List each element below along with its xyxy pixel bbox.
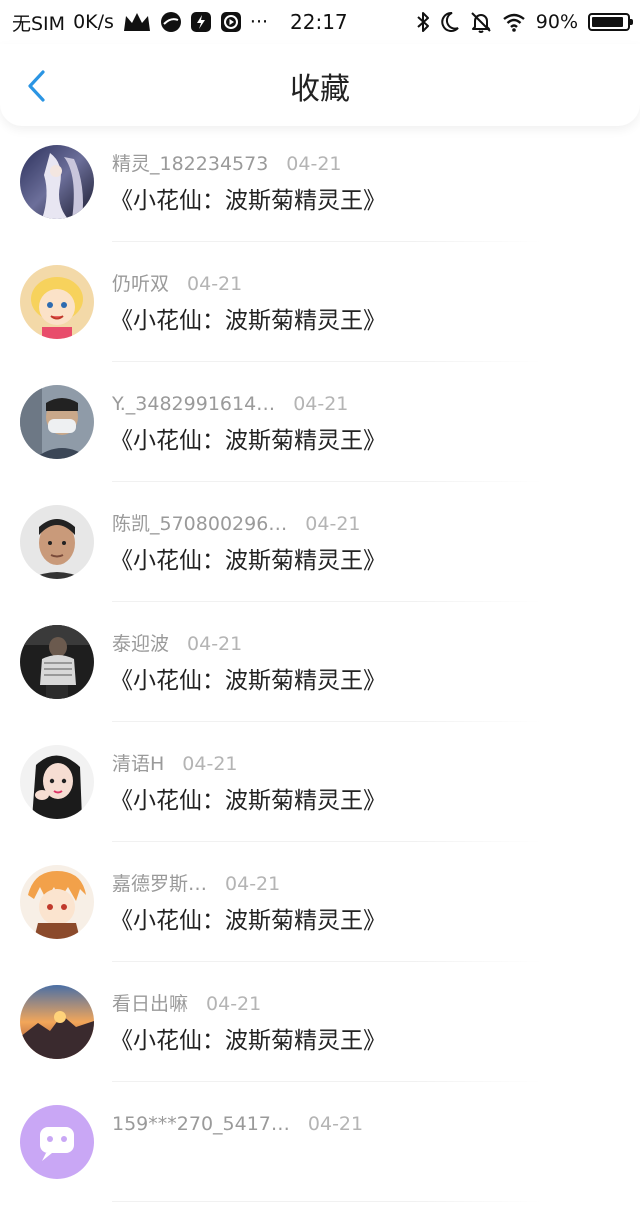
wifi-icon — [502, 12, 526, 32]
avatar-image — [20, 1105, 94, 1179]
bolt-app-icon — [190, 11, 212, 33]
bell-off-icon — [470, 11, 492, 33]
item-meta: 看日出嘛 04-21 — [112, 990, 261, 1018]
item-meta: 清语H 04-21 — [112, 750, 238, 778]
avatar-image — [20, 625, 94, 699]
user-name: 仍听双 — [112, 273, 170, 295]
nav-header: 收藏 — [0, 44, 640, 126]
post-date: 04-21 — [307, 1113, 364, 1135]
post-date: 04-21 — [187, 273, 243, 295]
work-title[interactable]: 《小花仙：波斯菊精灵王》 — [110, 664, 386, 698]
status-right: 90% — [416, 8, 633, 36]
avatar-image — [20, 985, 94, 1059]
post-date: 04-21 — [286, 153, 342, 175]
divider — [112, 841, 542, 842]
item-meta: 嘉德罗斯… 04-21 — [112, 870, 280, 898]
play-app-icon — [220, 11, 242, 33]
status-bar: 无SIM 0K/s ··· 22:17 90% — [0, 0, 640, 44]
avatar-image — [20, 265, 94, 339]
user-name: 精灵_182234573 — [112, 153, 269, 175]
favorite-item[interactable]: 仍听双 04-21 《小花仙：波斯菊精灵王》 — [0, 246, 640, 366]
net-speed-label: 0K/s — [73, 11, 114, 33]
divider — [112, 361, 542, 362]
avatar[interactable] — [20, 865, 94, 939]
avatar[interactable] — [20, 625, 94, 699]
avatar-image — [20, 505, 94, 579]
post-date: 04-21 — [293, 393, 349, 415]
post-date: 04-21 — [225, 873, 281, 895]
user-name: 看日出嘛 — [112, 993, 189, 1015]
item-meta: 159***270_5417… 04-21 — [112, 1110, 363, 1138]
moon-app-icon — [160, 11, 182, 33]
favorites-list: 精灵_182234573 04-21 《小花仙：波斯菊精灵王》 仍听双 04-21 《小花… — [0, 126, 640, 1206]
work-title[interactable]: 《小花仙：波斯菊精灵王》 — [110, 184, 386, 218]
avatar[interactable] — [20, 745, 94, 819]
divider — [112, 481, 542, 482]
battery-icon — [588, 13, 633, 31]
divider — [112, 1081, 542, 1082]
avatar[interactable] — [20, 985, 94, 1059]
avatar[interactable] — [20, 1105, 94, 1179]
crown-icon — [122, 11, 152, 33]
more-dots-icon: ··· — [249, 11, 269, 33]
favorite-item[interactable]: 精灵_182234573 04-21 《小花仙：波斯菊精灵王》 — [0, 126, 640, 246]
clock: 22:17 — [290, 10, 348, 34]
battery-percent: 90% — [535, 11, 578, 33]
user-name: 泰迎波 — [112, 633, 170, 655]
favorite-item[interactable]: 陈凯_570800296… 04-21 《小花仙：波斯菊精灵王》 — [0, 486, 640, 606]
work-title[interactable]: 《小花仙：波斯菊精灵王》 — [110, 544, 386, 578]
user-name: 陈凯_570800296… — [112, 513, 288, 535]
carrier-label: 无SIM — [12, 12, 66, 35]
post-date: 04-21 — [206, 993, 262, 1015]
page-title: 收藏 — [290, 72, 350, 107]
item-meta: 陈凯_570800296… 04-21 — [112, 510, 361, 538]
item-meta: Y._3482991614… 04-21 — [112, 390, 348, 418]
divider — [112, 721, 542, 722]
favorite-item[interactable]: Y._3482991614… 04-21 《小花仙：波斯菊精灵王》 — [0, 366, 640, 486]
avatar[interactable] — [20, 505, 94, 579]
divider — [112, 961, 542, 962]
battery-fill — [592, 17, 623, 27]
work-title[interactable]: 《小花仙：波斯菊精灵王》 — [110, 304, 386, 338]
avatar[interactable] — [20, 265, 94, 339]
work-title[interactable]: 《小花仙：波斯菊精灵王》 — [110, 424, 386, 458]
post-date: 04-21 — [182, 753, 238, 775]
avatar[interactable] — [20, 145, 94, 219]
favorite-item[interactable]: 嘉德罗斯… 04-21 《小花仙：波斯菊精灵王》 — [0, 846, 640, 966]
user-name: 159***270_5417… — [112, 1113, 290, 1135]
work-title[interactable]: 《小花仙：波斯菊精灵王》 — [110, 904, 386, 938]
favorite-item[interactable]: 泰迎波 04-21 《小花仙：波斯菊精灵王》 — [0, 606, 640, 726]
status-left: 无SIM 0K/s ··· — [12, 8, 268, 36]
avatar-image — [20, 745, 94, 819]
moon-icon — [440, 11, 460, 33]
divider — [112, 241, 542, 242]
post-date: 04-21 — [305, 513, 361, 535]
item-meta: 仍听双 04-21 — [112, 270, 242, 298]
avatar-image — [20, 385, 94, 459]
divider — [112, 601, 542, 602]
work-title[interactable]: 《小花仙：波斯菊精灵王》 — [110, 1024, 386, 1058]
bluetooth-icon — [416, 11, 430, 33]
post-date: 04-21 — [187, 633, 243, 655]
favorite-item[interactable]: 看日出嘛 04-21 《小花仙：波斯菊精灵王》 — [0, 966, 640, 1086]
user-name: Y._3482991614… — [112, 393, 276, 415]
item-meta: 精灵_182234573 04-21 — [112, 150, 342, 178]
divider — [112, 1201, 542, 1202]
favorite-item[interactable]: 清语H 04-21 《小花仙：波斯菊精灵王》 — [0, 726, 640, 846]
avatar-image — [20, 145, 94, 219]
work-title[interactable]: 《小花仙：波斯菊精灵王》 — [110, 784, 386, 818]
avatar-image — [20, 865, 94, 939]
avatar[interactable] — [20, 385, 94, 459]
favorite-item[interactable]: 159***270_5417… 04-21 — [0, 1086, 640, 1206]
item-meta: 泰迎波 04-21 — [112, 630, 242, 658]
user-name: 嘉德罗斯… — [112, 873, 208, 895]
user-name: 清语H — [112, 753, 165, 775]
